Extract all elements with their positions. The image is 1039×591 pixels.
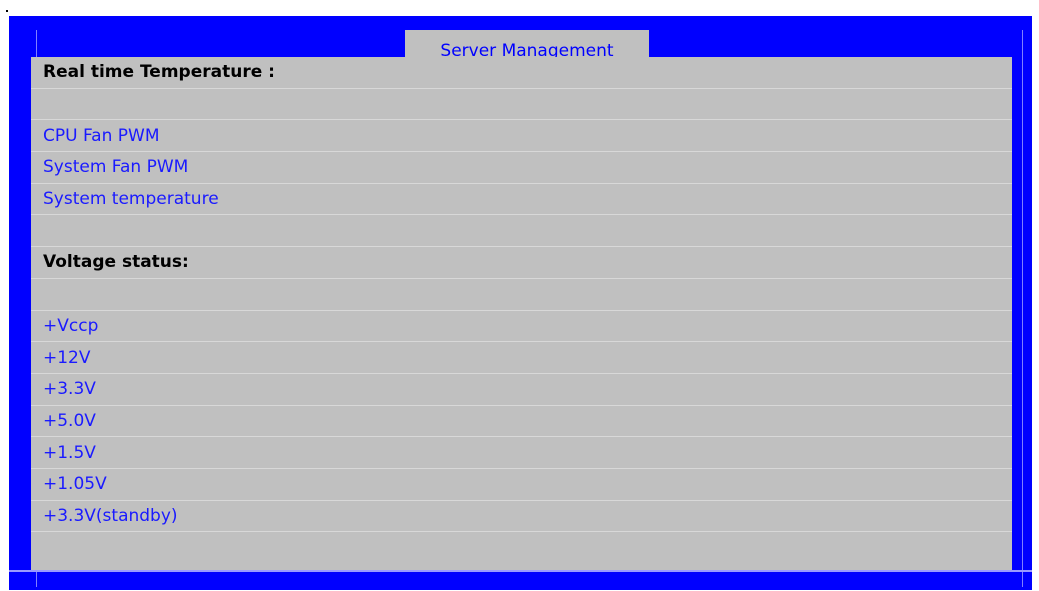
item-label: CPU Fan PWM — [43, 125, 160, 146]
item-label: System Fan PWM — [43, 157, 189, 178]
list-item[interactable]: +1.5V — [31, 437, 1012, 469]
row-label: Voltage status: — [43, 252, 189, 273]
corner-dot — [6, 10, 8, 12]
item-label: +1.05V — [43, 474, 107, 495]
spacer-row — [31, 279, 1012, 311]
list-item[interactable]: CPU Fan PWM — [31, 120, 1012, 153]
list-item[interactable]: +3.3V(standby) — [31, 501, 1012, 533]
list-item[interactable]: System Fan PWM — [31, 152, 1012, 184]
item-label: System temperature — [43, 189, 219, 210]
item-label: +3.3V — [43, 379, 96, 400]
list-item[interactable]: +3.3V — [31, 374, 1012, 406]
spacer-row — [31, 215, 1012, 248]
settings-list: Real time Temperature : CPU Fan PWM System… — [31, 57, 1012, 533]
settings-panel: Real time Temperature : CPU Fan PWM System… — [31, 57, 1012, 571]
row-label: Real time Temperature : — [43, 62, 275, 83]
list-item[interactable]: +Vccp — [31, 311, 1012, 343]
list-item[interactable]: +5.0V — [31, 406, 1012, 438]
right-border-line — [1022, 30, 1023, 587]
list-item[interactable]: +1.05V — [31, 469, 1012, 501]
item-label: +3.3V(standby) — [43, 505, 178, 526]
section-heading: Real time Temperature : — [31, 57, 1012, 89]
list-item[interactable]: System temperature — [31, 184, 1012, 216]
spacer-row — [31, 89, 1012, 121]
list-item[interactable]: +12V — [31, 342, 1012, 374]
item-label: +5.0V — [43, 410, 96, 431]
item-label: +12V — [43, 347, 91, 368]
bottom-border — [9, 570, 1032, 572]
section-heading: Voltage status: — [31, 247, 1012, 279]
item-label: +1.5V — [43, 442, 96, 463]
item-label: +Vccp — [43, 315, 99, 336]
